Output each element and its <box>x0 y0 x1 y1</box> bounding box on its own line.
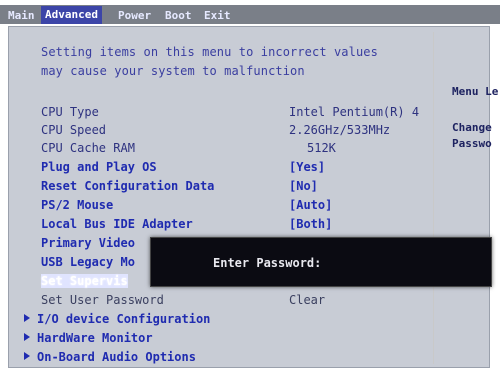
submenu-label-wrap: On-Board Audio Options <box>24 350 196 364</box>
submenu-label: On-Board Audio Options <box>37 350 196 364</box>
item-label: Set Supervis <box>41 274 128 288</box>
item-value: 512K <box>307 141 336 155</box>
menu-boot[interactable]: Boot <box>165 8 192 24</box>
submenu-label-wrap: I/O device Configuration <box>24 312 210 326</box>
help-line-1: Change <box>452 121 492 134</box>
triangle-right-icon <box>24 314 30 322</box>
item-cpu-type: CPU Type Intel Pentium(R) 4 <box>0 105 432 123</box>
item-label: PS/2 Mouse <box>41 198 114 212</box>
password-prompt: Enter Password: <box>213 256 322 270</box>
item-reset-config[interactable]: Reset Configuration Data [No] <box>0 179 432 197</box>
item-label: CPU Speed <box>41 123 107 137</box>
item-ide-adapter[interactable]: Local Bus IDE Adapter [Both] <box>0 217 432 235</box>
warning-line-2: may cause your system to malfunction <box>41 64 305 78</box>
help-line-2: Passwo <box>452 137 492 150</box>
menu-bar: Main Advanced Power Boot Exit <box>0 5 500 24</box>
item-value: Intel Pentium(R) 4 <box>289 105 420 119</box>
item-label: USB Legacy Mo <box>41 255 135 269</box>
item-label: Local Bus IDE Adapter <box>41 217 193 231</box>
menu-main[interactable]: Main <box>8 8 35 24</box>
item-value: Clear <box>289 293 326 307</box>
menu-power[interactable]: Power <box>118 8 151 24</box>
submenu-io-device[interactable]: I/O device Configuration <box>0 312 432 330</box>
bios-screen: Main Advanced Power Boot Exit Setting it… <box>0 0 500 380</box>
item-value[interactable]: [No] <box>289 179 318 193</box>
item-label: CPU Cache RAM <box>41 141 135 155</box>
item-label: Reset Configuration Data <box>41 179 215 193</box>
help-title: Menu Le <box>452 85 499 98</box>
menu-exit[interactable]: Exit <box>204 8 231 24</box>
submenu-label-wrap: HardWare Monitor <box>24 331 153 345</box>
item-value[interactable]: [Yes] <box>289 160 325 174</box>
help-divider <box>433 32 434 364</box>
item-value[interactable]: [Both] <box>289 217 332 231</box>
submenu-label: HardWare Monitor <box>37 331 153 345</box>
item-label: Set User Password <box>41 293 164 307</box>
triangle-right-icon <box>24 333 30 341</box>
item-cpu-speed: CPU Speed 2.26GHz/533MHz <box>0 123 432 141</box>
triangle-right-icon <box>24 352 30 360</box>
item-value[interactable]: [Auto] <box>289 198 332 212</box>
item-set-user-password[interactable]: Set User Password Clear <box>0 293 432 311</box>
item-value: 2.26GHz/533MHz <box>289 123 391 137</box>
submenu-label: I/O device Configuration <box>37 312 211 326</box>
item-label: Primary Video <box>41 236 135 250</box>
submenu-hardware-monitor[interactable]: HardWare Monitor <box>0 331 432 349</box>
warning-line-1: Setting items on this menu to incorrect … <box>41 45 378 59</box>
menu-advanced[interactable]: Advanced <box>41 6 102 24</box>
submenu-onboard-audio[interactable]: On-Board Audio Options <box>0 350 432 368</box>
item-ps2-mouse[interactable]: PS/2 Mouse [Auto] <box>0 198 432 216</box>
password-dialog[interactable]: Enter Password: <box>150 237 492 287</box>
item-label: CPU Type <box>41 105 99 119</box>
item-plug-and-play[interactable]: Plug and Play OS [Yes] <box>0 160 432 178</box>
item-cpu-cache: CPU Cache RAM 512K <box>0 141 432 159</box>
item-label: Plug and Play OS <box>41 160 157 174</box>
